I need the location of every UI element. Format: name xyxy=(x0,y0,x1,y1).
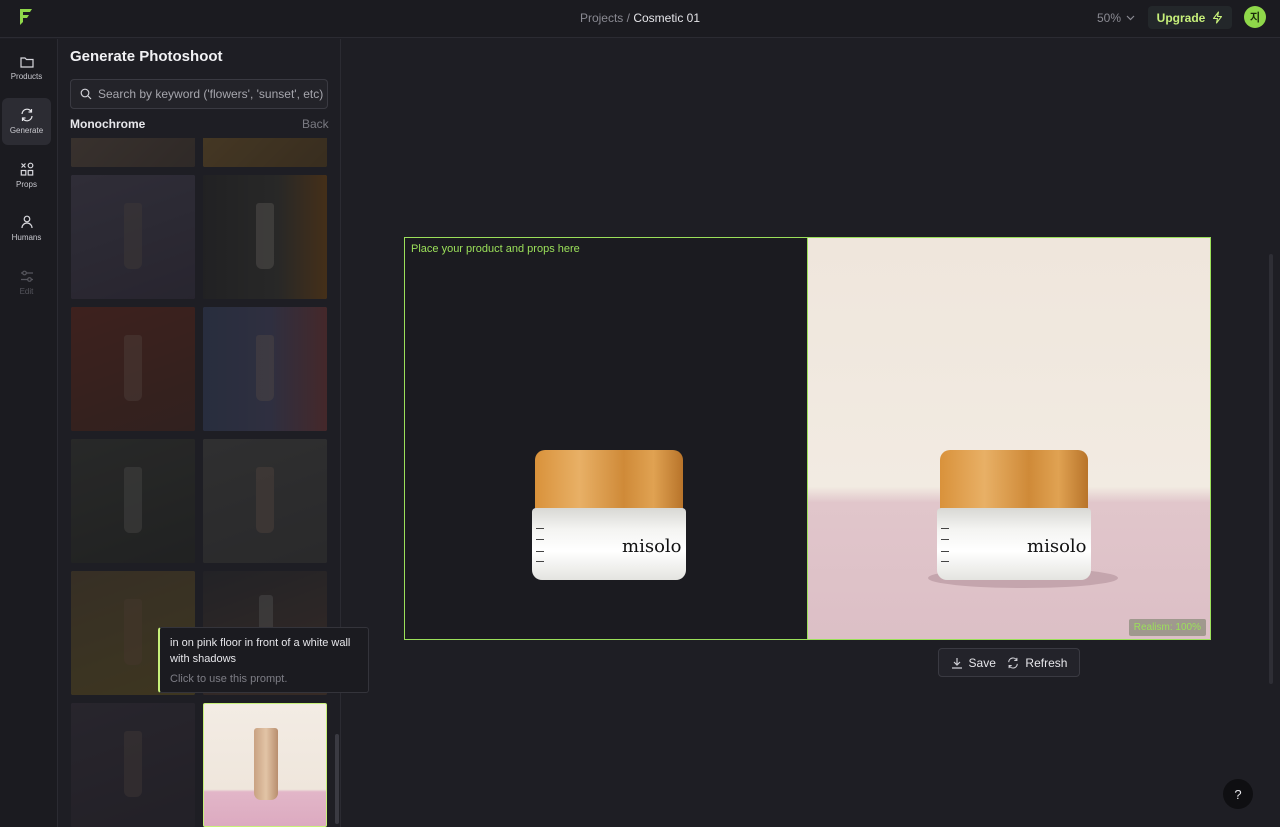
product-jar[interactable]: misolo xyxy=(532,450,686,582)
jar-brand-label: misolo xyxy=(622,536,682,557)
rail-item-generate[interactable]: Generate xyxy=(2,98,51,145)
sliders-icon xyxy=(20,270,33,282)
panel-scrollbar[interactable] xyxy=(335,734,339,824)
rail-item-edit[interactable]: Edit xyxy=(2,259,51,306)
tube-image xyxy=(254,728,278,800)
breadcrumb-projects[interactable]: Projects xyxy=(580,11,623,25)
prompt-thumbnail-selected[interactable] xyxy=(203,703,327,827)
canvas-scrollbar[interactable] xyxy=(1269,254,1273,684)
refresh-icon xyxy=(20,108,33,122)
canvas-area: Place your product and props here misolo… xyxy=(341,39,1280,827)
save-button[interactable]: Save xyxy=(951,656,996,670)
rail-item-label: Humans xyxy=(11,233,42,242)
download-icon xyxy=(951,657,962,669)
chevron-down-icon xyxy=(1126,15,1135,21)
prompt-thumbnail[interactable] xyxy=(71,138,195,167)
breadcrumb-separator: / xyxy=(623,11,634,25)
search-icon xyxy=(80,88,92,100)
generate-panel: Generate Photoshoot Monochrome Back xyxy=(59,39,341,827)
prompt-thumbnail[interactable] xyxy=(203,439,327,563)
top-bar: Projects / Cosmetic 01 50% Upgrade 지 xyxy=(0,0,1280,38)
person-icon xyxy=(20,215,33,229)
generated-result-frame[interactable]: misolo Realism: 100% xyxy=(807,237,1211,640)
upgrade-label: Upgrade xyxy=(1156,10,1206,25)
user-avatar[interactable]: 지 xyxy=(1244,6,1266,28)
prompt-thumbnail[interactable] xyxy=(203,307,327,431)
tooltip-hint-text: Click to use this prompt. xyxy=(170,673,288,685)
zoom-value: 50% xyxy=(1097,11,1122,25)
search-input[interactable] xyxy=(98,87,323,101)
breadcrumb: Projects / Cosmetic 01 xyxy=(0,11,1280,25)
placement-hint: Place your product and props here xyxy=(411,243,580,255)
realism-badge: Realism: 100% xyxy=(1128,619,1206,636)
panel-title: Generate Photoshoot xyxy=(70,48,223,65)
rail-item-label: Generate xyxy=(9,126,44,135)
result-actions: Save Refresh xyxy=(938,648,1080,677)
back-link[interactable]: Back xyxy=(302,117,329,131)
jar-brand-label: misolo xyxy=(1027,536,1087,557)
shapes-icon xyxy=(20,162,33,176)
section-title: Monochrome xyxy=(70,117,146,131)
rail-item-products[interactable]: Products xyxy=(2,45,51,92)
prompt-thumbnail[interactable] xyxy=(71,175,195,299)
refresh-button[interactable]: Refresh xyxy=(1007,656,1067,670)
prompt-tooltip[interactable]: in on pink floor in front of a white wal… xyxy=(158,627,369,693)
zoom-dropdown[interactable]: 50% xyxy=(1097,11,1135,25)
breadcrumb-current: Cosmetic 01 xyxy=(633,11,701,25)
prompt-thumbnail[interactable] xyxy=(203,175,327,299)
save-label: Save xyxy=(968,655,996,670)
product-placement-frame[interactable]: Place your product and props here misolo xyxy=(404,237,808,640)
left-rail: Products Generate Props Humans Edit xyxy=(0,39,58,827)
prompt-thumbnail[interactable] xyxy=(71,439,195,563)
prompt-thumbnail[interactable] xyxy=(71,307,195,431)
rail-item-props[interactable]: Props xyxy=(2,152,51,199)
prompt-thumbnail[interactable] xyxy=(203,138,327,167)
rail-item-label: Products xyxy=(10,72,43,81)
folder-icon xyxy=(19,57,34,68)
search-box xyxy=(70,79,328,109)
rail-item-label: Props xyxy=(16,180,37,189)
refresh-label: Refresh xyxy=(1025,655,1068,670)
rail-item-label: Edit xyxy=(19,286,34,296)
prompt-thumbnail[interactable] xyxy=(71,703,195,827)
lightning-icon xyxy=(1213,11,1223,24)
upgrade-button[interactable]: Upgrade xyxy=(1148,6,1232,29)
generated-product-jar: misolo xyxy=(937,450,1091,582)
tooltip-prompt-text: in on pink floor in front of a white wal… xyxy=(170,637,351,665)
prompt-grid xyxy=(71,138,329,827)
help-button[interactable]: ? xyxy=(1223,779,1253,809)
rail-item-humans[interactable]: Humans xyxy=(2,205,51,252)
refresh-icon xyxy=(1008,656,1019,669)
